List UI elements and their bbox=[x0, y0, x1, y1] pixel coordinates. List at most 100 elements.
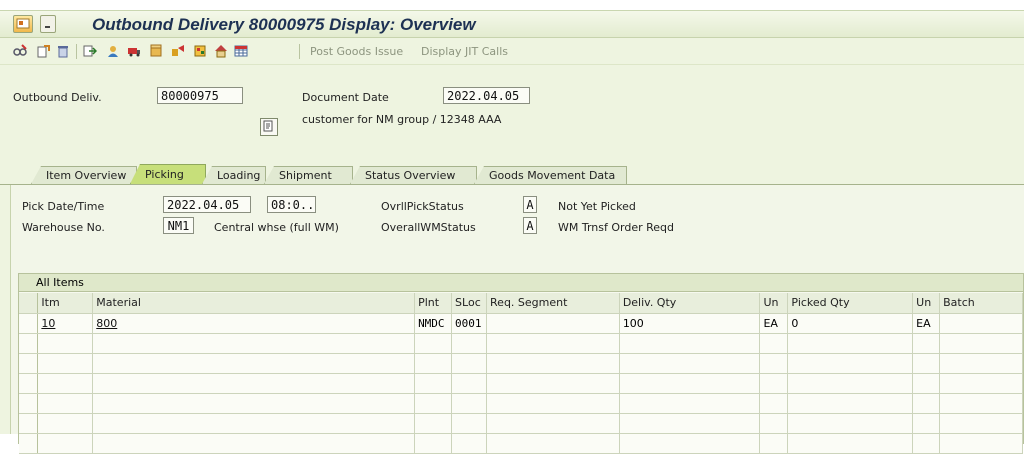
empty-cell[interactable] bbox=[451, 373, 488, 394]
row-selector[interactable] bbox=[19, 353, 39, 374]
empty-cell[interactable] bbox=[912, 413, 941, 434]
empty-cell[interactable] bbox=[92, 333, 416, 354]
empty-cell[interactable] bbox=[414, 413, 453, 434]
customer-details-button[interactable] bbox=[260, 118, 278, 136]
empty-cell[interactable] bbox=[787, 373, 914, 394]
batch-cell[interactable] bbox=[939, 313, 1023, 334]
package-icon[interactable] bbox=[149, 44, 163, 58]
pick-time-field[interactable]: 08:0.. bbox=[267, 196, 316, 213]
empty-cell[interactable] bbox=[37, 413, 94, 434]
column-header-batch[interactable]: Batch bbox=[939, 293, 1023, 314]
empty-cell[interactable] bbox=[414, 373, 453, 394]
req-segment-cell[interactable] bbox=[486, 313, 620, 334]
empty-cell[interactable] bbox=[912, 393, 941, 414]
empty-cell[interactable] bbox=[37, 373, 94, 394]
deliv-qty-cell[interactable]: 100 bbox=[619, 313, 761, 334]
truck-icon[interactable] bbox=[127, 44, 141, 58]
item-number-link[interactable]: 10 bbox=[41, 317, 55, 330]
empty-cell[interactable] bbox=[486, 393, 620, 414]
empty-cell[interactable] bbox=[939, 333, 1023, 354]
table-row[interactable] bbox=[19, 373, 1023, 394]
column-header-un[interactable]: Un bbox=[759, 293, 789, 314]
empty-cell[interactable] bbox=[787, 333, 914, 354]
empty-cell[interactable] bbox=[787, 353, 914, 374]
row-selector[interactable] bbox=[19, 313, 39, 334]
empty-cell[interactable] bbox=[939, 373, 1023, 394]
tab-picking[interactable]: Picking bbox=[130, 164, 206, 184]
empty-cell[interactable] bbox=[486, 333, 620, 354]
display-jit-calls-button[interactable]: Display JIT Calls bbox=[421, 45, 508, 58]
empty-cell[interactable] bbox=[451, 333, 488, 354]
column-header-sloc[interactable]: SLoc bbox=[451, 293, 488, 314]
empty-cell[interactable] bbox=[759, 353, 789, 374]
output-icon[interactable] bbox=[83, 44, 97, 58]
pick-date-field[interactable]: 2022.04.05 bbox=[163, 196, 251, 213]
table-row[interactable] bbox=[19, 393, 1023, 414]
table-row[interactable] bbox=[19, 413, 1023, 434]
empty-cell[interactable] bbox=[37, 353, 94, 374]
tab-status-overview[interactable]: Status Overview bbox=[350, 166, 477, 184]
empty-cell[interactable] bbox=[451, 393, 488, 414]
grid-icon[interactable] bbox=[234, 44, 248, 58]
row-selector[interactable] bbox=[19, 373, 39, 394]
table-row[interactable] bbox=[19, 353, 1023, 374]
column-header-itm[interactable]: Itm bbox=[37, 293, 94, 314]
column-header-plnt[interactable]: Plnt bbox=[414, 293, 453, 314]
post-goods-issue-button[interactable]: Post Goods Issue bbox=[310, 45, 403, 58]
sloc-cell[interactable]: 0001 bbox=[451, 313, 488, 334]
system-menu-icon[interactable] bbox=[13, 15, 33, 33]
picked-qty-cell[interactable]: 0 bbox=[787, 313, 914, 334]
empty-cell[interactable] bbox=[759, 333, 789, 354]
table-row[interactable]: 10 800 NMDC 0001 100 EA 0 EA bbox=[19, 313, 1023, 334]
empty-cell[interactable] bbox=[912, 353, 941, 374]
row-selector[interactable] bbox=[19, 413, 39, 434]
empty-cell[interactable] bbox=[414, 433, 453, 454]
row-selector[interactable] bbox=[19, 393, 39, 414]
partner-icon[interactable] bbox=[106, 44, 120, 58]
table-row[interactable] bbox=[19, 433, 1023, 454]
tab-loading[interactable]: Loading bbox=[202, 166, 266, 184]
un2-cell[interactable]: EA bbox=[912, 313, 941, 334]
empty-cell[interactable] bbox=[486, 353, 620, 374]
column-header-picked-qty[interactable]: Picked Qty bbox=[787, 293, 914, 314]
glasses-edit-icon[interactable] bbox=[13, 44, 27, 58]
empty-cell[interactable] bbox=[619, 393, 761, 414]
empty-cell[interactable] bbox=[37, 433, 94, 454]
table-row[interactable] bbox=[19, 333, 1023, 354]
transport-icon[interactable] bbox=[171, 44, 185, 58]
document-change-icon[interactable] bbox=[36, 44, 50, 58]
empty-cell[interactable] bbox=[912, 373, 941, 394]
empty-cell[interactable] bbox=[912, 333, 941, 354]
empty-cell[interactable] bbox=[451, 413, 488, 434]
empty-cell[interactable] bbox=[619, 333, 761, 354]
column-header-un2[interactable]: Un bbox=[912, 293, 941, 314]
empty-cell[interactable] bbox=[787, 433, 914, 454]
empty-cell[interactable] bbox=[486, 373, 620, 394]
empty-cell[interactable] bbox=[92, 353, 416, 374]
empty-cell[interactable] bbox=[759, 433, 789, 454]
empty-cell[interactable] bbox=[92, 393, 416, 414]
empty-cell[interactable] bbox=[92, 373, 416, 394]
empty-cell[interactable] bbox=[37, 393, 94, 414]
empty-cell[interactable] bbox=[414, 393, 453, 414]
tab-item-overview[interactable]: Item Overview bbox=[31, 166, 137, 184]
empty-cell[interactable] bbox=[486, 413, 620, 434]
services-icon[interactable] bbox=[193, 44, 207, 58]
empty-cell[interactable] bbox=[912, 433, 941, 454]
empty-cell[interactable] bbox=[414, 333, 453, 354]
material-link[interactable]: 800 bbox=[96, 317, 117, 330]
empty-cell[interactable] bbox=[939, 393, 1023, 414]
row-selector[interactable] bbox=[19, 333, 39, 354]
empty-cell[interactable] bbox=[939, 413, 1023, 434]
empty-cell[interactable] bbox=[939, 353, 1023, 374]
document-date-field[interactable]: 2022.04.05 bbox=[443, 87, 530, 104]
house-icon[interactable] bbox=[214, 44, 228, 58]
un-cell[interactable]: EA bbox=[759, 313, 789, 334]
empty-cell[interactable] bbox=[451, 353, 488, 374]
column-header-material[interactable]: Material bbox=[92, 293, 416, 314]
empty-cell[interactable] bbox=[939, 433, 1023, 454]
delete-icon[interactable] bbox=[56, 44, 70, 58]
empty-cell[interactable] bbox=[619, 373, 761, 394]
empty-cell[interactable] bbox=[451, 433, 488, 454]
column-header-deliv-qty[interactable]: Deliv. Qty bbox=[619, 293, 761, 314]
